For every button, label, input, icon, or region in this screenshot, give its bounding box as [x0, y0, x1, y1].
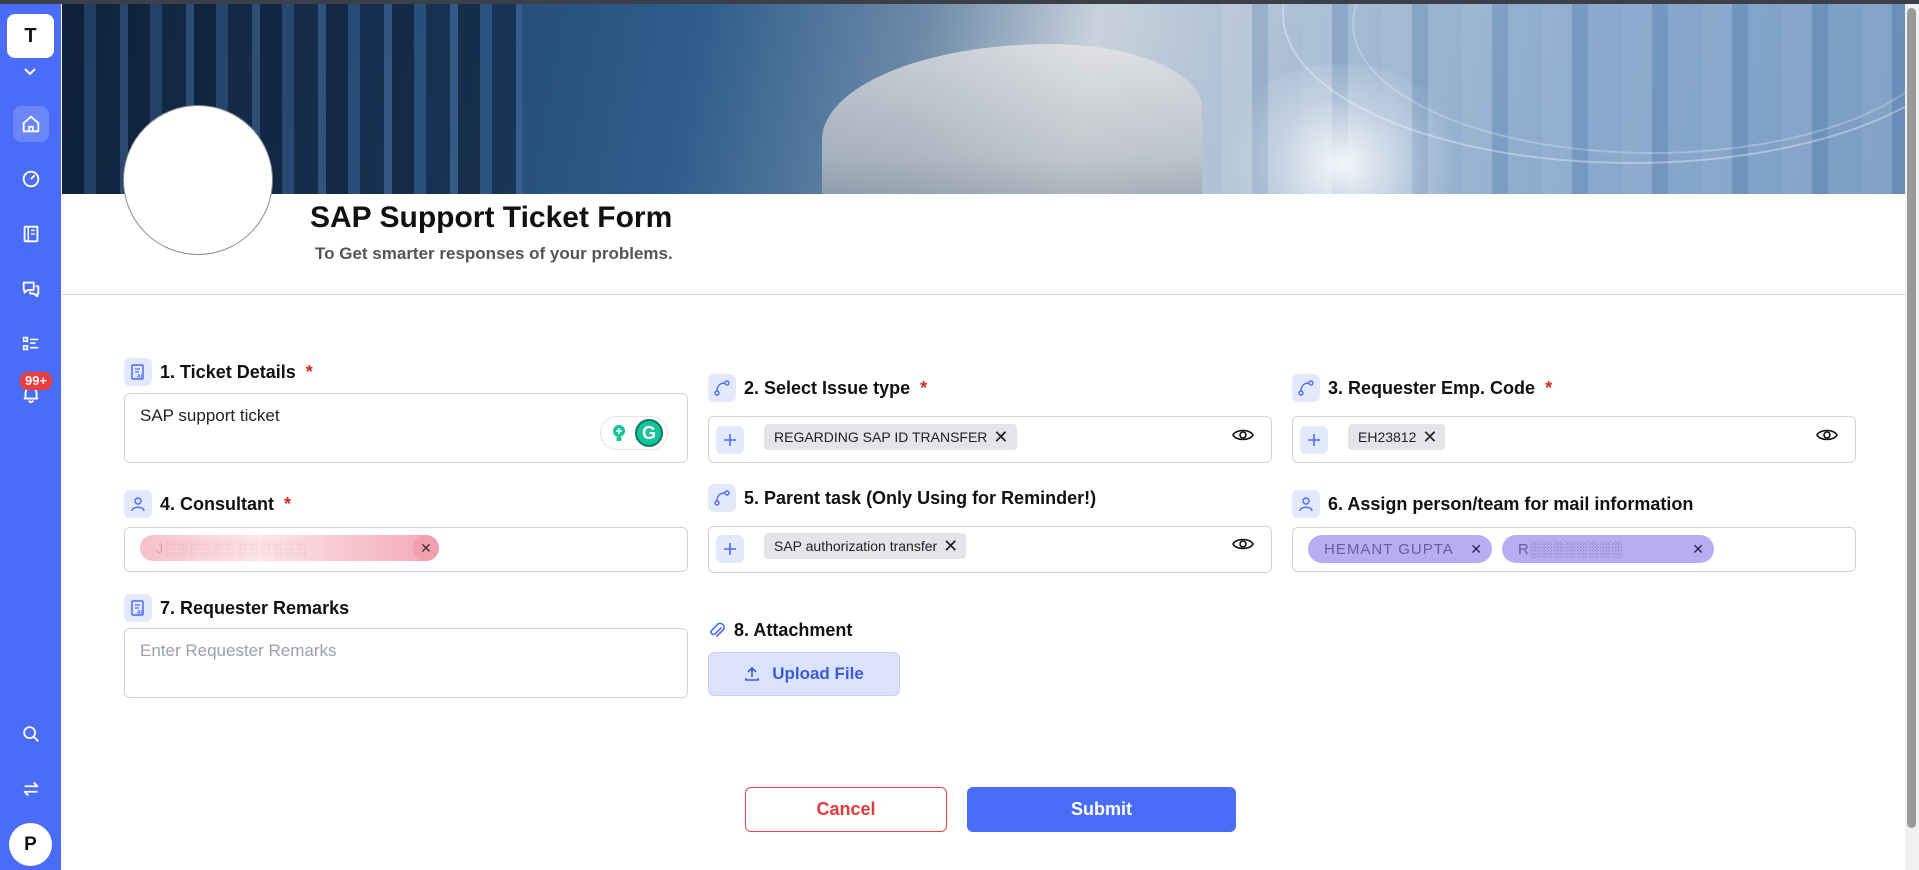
assignee-chip: R░░░░░░░░ ✕	[1502, 535, 1714, 563]
eye-icon[interactable]	[1231, 532, 1255, 556]
user-icon	[1292, 490, 1320, 518]
book-icon[interactable]	[13, 216, 49, 252]
upload-icon	[744, 666, 760, 682]
add-emp-code-button[interactable]	[1300, 426, 1328, 454]
consultant-label: 4. Consultant *	[124, 490, 291, 518]
switch-arrows-icon[interactable]	[13, 771, 49, 807]
remove-chip-icon[interactable]: ✕	[1422, 428, 1437, 446]
lightbulb-icon[interactable]	[605, 419, 633, 447]
user-avatar[interactable]: P	[9, 823, 52, 866]
dashboard-gauge-icon[interactable]	[13, 161, 49, 197]
assignee-chip: HEMANT GUPTA ✕	[1308, 535, 1492, 563]
svg-text:AI: AI	[137, 374, 143, 380]
route-icon	[708, 484, 736, 512]
chat-icon[interactable]	[13, 271, 49, 307]
remove-chip-icon[interactable]: ✕	[413, 535, 439, 561]
upload-file-button[interactable]: Upload File	[708, 652, 900, 696]
chevron-down-icon[interactable]	[20, 64, 40, 80]
paperclip-icon	[708, 621, 726, 641]
cancel-button[interactable]: Cancel	[745, 787, 947, 832]
ticket-details-label: AI 1. Ticket Details *	[124, 358, 313, 386]
search-icon[interactable]	[13, 716, 49, 752]
emp-code-chip: EH23812 ✕	[1348, 424, 1446, 450]
route-icon	[708, 374, 736, 402]
route-icon	[1292, 374, 1320, 402]
add-parent-task-button[interactable]	[716, 535, 744, 563]
add-issue-type-button[interactable]	[716, 426, 744, 454]
issue-type-label: 2. Select Issue type *	[708, 374, 927, 402]
requester-remarks-label: AI 7. Requester Remarks	[124, 594, 349, 622]
header-banner-image	[62, 4, 1919, 194]
grammarly-widget[interactable]: G	[600, 416, 668, 450]
remove-chip-icon[interactable]: ✕	[993, 428, 1008, 446]
remove-chip-icon[interactable]: ✕	[1692, 541, 1704, 558]
parent-task-chip: SAP authorization transfer ✕	[764, 533, 967, 559]
parent-task-label: 5. Parent task (Only Using for Reminder!…	[708, 484, 1096, 512]
header-divider	[62, 294, 1907, 295]
ai-document-icon: AI	[124, 594, 152, 622]
task-list-icon[interactable]	[13, 326, 49, 362]
scrollbar-thumb[interactable]	[1907, 8, 1916, 828]
attachment-label: 8. Attachment	[708, 620, 852, 641]
eye-icon[interactable]	[1815, 423, 1839, 447]
remove-chip-icon[interactable]: ✕	[943, 537, 958, 555]
notification-badge: 99+	[20, 372, 53, 390]
svg-text:AI: AI	[137, 610, 143, 616]
workspace-switcher[interactable]: T	[7, 14, 54, 58]
page-subtitle: To Get smarter responses of your problem…	[315, 244, 673, 263]
remove-chip-icon[interactable]: ✕	[1470, 541, 1482, 558]
home-icon[interactable]	[13, 106, 49, 142]
issue-type-chip: REGARDING SAP ID TRANSFER ✕	[764, 424, 1017, 450]
assign-person-label: 6. Assign person/team for mail informati…	[1292, 490, 1693, 518]
form-logo	[123, 105, 273, 255]
ai-document-icon: AI	[124, 358, 152, 386]
ticket-details-value: SAP support ticket	[140, 406, 280, 425]
requester-remarks-placeholder: Enter Requester Remarks	[140, 641, 337, 660]
requester-remarks-input[interactable]: Enter Requester Remarks	[124, 628, 688, 698]
submit-button[interactable]: Submit	[967, 787, 1236, 832]
grammarly-icon[interactable]: G	[635, 419, 663, 447]
requester-emp-code-label: 3. Requester Emp. Code *	[1292, 374, 1552, 402]
page-title: SAP Support Ticket Form	[310, 201, 673, 234]
sidebar: T 99+ P	[0, 4, 61, 870]
user-icon	[124, 490, 152, 518]
eye-icon[interactable]	[1231, 423, 1255, 447]
consultant-chip: J░░░░░░░░░░░░ ✕	[140, 535, 439, 561]
